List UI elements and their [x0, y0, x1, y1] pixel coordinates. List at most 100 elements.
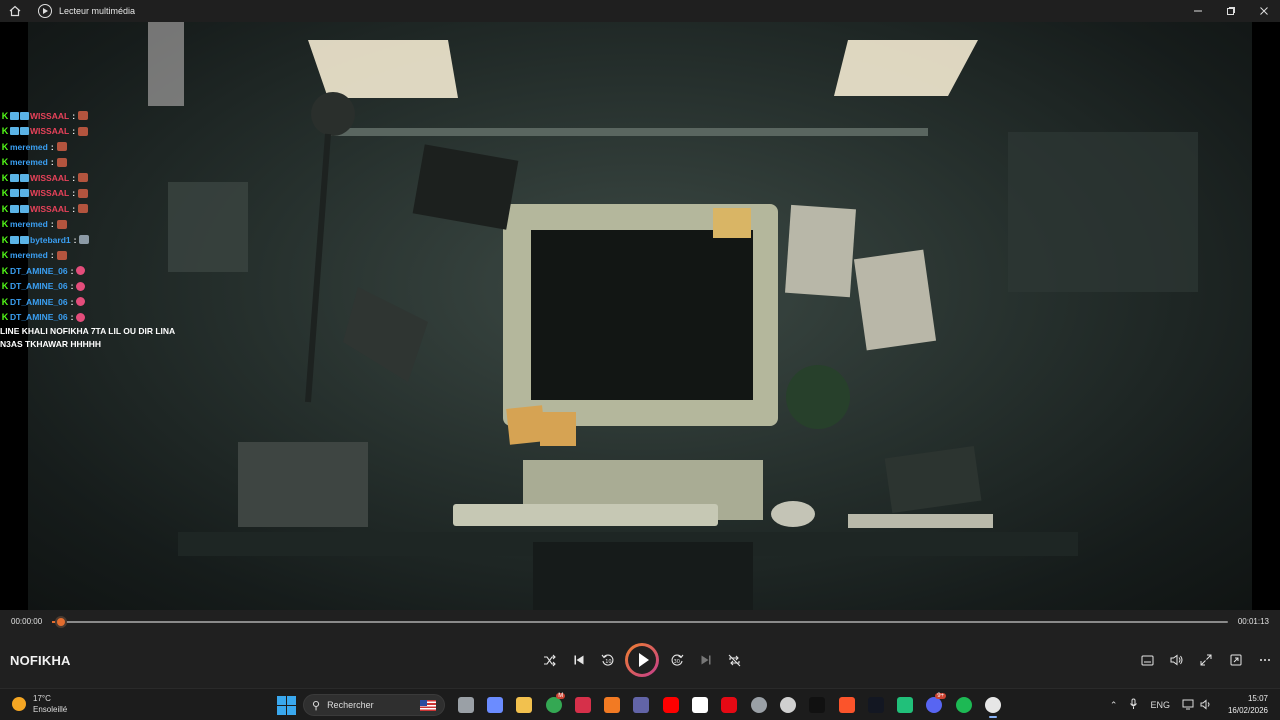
- kick-icon: K: [1, 157, 9, 168]
- clock-time: 15:07: [1247, 694, 1268, 703]
- player-controls-bar: 00:00:00 00:01:13 NOFIKHA 10 30: [0, 610, 1280, 688]
- chat-separator: :: [50, 141, 54, 152]
- discord-icon[interactable]: 9+: [920, 692, 949, 718]
- file-explorer-icon[interactable]: [510, 692, 539, 718]
- weather-widget[interactable]: 17°C Ensoleillé: [12, 693, 67, 715]
- video-area[interactable]: K WISSAAL: K WISSAAL: Kmeremed: Kmeremed: K WIS…: [0, 22, 1280, 610]
- hummingbird-icon[interactable]: [744, 692, 773, 718]
- chat-separator: :: [50, 157, 54, 168]
- sun-icon: [12, 697, 26, 711]
- brave-browser-icon[interactable]: [832, 692, 861, 718]
- us-flag-icon: [420, 700, 436, 711]
- subtitles-icon: [1141, 655, 1154, 665]
- emote-icon: [78, 111, 89, 121]
- close-button[interactable]: [1247, 0, 1280, 22]
- emote-icon: [78, 173, 89, 183]
- tiktok-app-icon[interactable]: [890, 692, 919, 718]
- chat-username: DT_AMINE_06: [10, 281, 68, 292]
- emote-icon: [76, 266, 86, 276]
- kick-icon: K: [1, 250, 9, 261]
- speaker-icon[interactable]: [1200, 698, 1212, 712]
- next-icon: [701, 655, 710, 665]
- home-icon[interactable]: [0, 0, 30, 22]
- emote-icon: [56, 142, 67, 152]
- chat-message: K DT_AMINE_06:: [0, 310, 200, 326]
- play-button[interactable]: [625, 643, 659, 677]
- chat-separator: :: [72, 172, 76, 183]
- subtitles-button[interactable]: [1133, 644, 1163, 676]
- system-tray: ⌃ ENG 15:07 16/02/2026: [1104, 689, 1280, 720]
- copilot-icon[interactable]: [480, 692, 509, 718]
- minimize-button[interactable]: [1181, 0, 1214, 22]
- mini-player-button[interactable]: [1221, 644, 1251, 676]
- chat-separator: :: [72, 203, 76, 214]
- rewind-10-button[interactable]: 10: [593, 644, 622, 676]
- netflix-icon[interactable]: [715, 692, 744, 718]
- chat-separator: :: [72, 110, 76, 121]
- user-badge-icon: [10, 235, 19, 244]
- network-icon[interactable]: [1182, 699, 1194, 712]
- spotify-icon[interactable]: [949, 692, 978, 718]
- chat-message: Kmeremed:: [0, 155, 200, 171]
- media-player-icon[interactable]: [978, 692, 1007, 718]
- user-badge-icon: [20, 204, 29, 213]
- previous-button[interactable]: [564, 644, 593, 676]
- seek-bar[interactable]: [52, 621, 1228, 623]
- restore-button[interactable]: [1214, 0, 1247, 22]
- user-badge-icon: [10, 173, 19, 182]
- affinity-icon[interactable]: [568, 692, 597, 718]
- kick-icon: K: [1, 219, 9, 230]
- chatgpt-icon[interactable]: [773, 692, 802, 718]
- next-button[interactable]: [691, 644, 720, 676]
- forward-30-icon: 30: [671, 654, 683, 666]
- start-button[interactable]: [277, 695, 296, 715]
- shuffle-button[interactable]: [535, 644, 564, 676]
- taskbar-search[interactable]: ⚲ Rechercher: [303, 694, 445, 716]
- volume-icon: [1170, 654, 1183, 666]
- task-view-icon[interactable]: [451, 692, 480, 718]
- chat-message: K WISSAAL:: [0, 170, 200, 186]
- active-app-indicator: [989, 716, 998, 718]
- taskbar: 17°C Ensoleillé ⚲ Rechercher M 9+ ⌃ ENG 1…: [0, 688, 1280, 720]
- language-indicator[interactable]: ENG: [1150, 700, 1170, 710]
- kick-icon: K: [1, 296, 9, 307]
- kick-icon: K: [1, 203, 9, 214]
- xm-icon[interactable]: [803, 692, 832, 718]
- more-options-button[interactable]: [1251, 644, 1280, 676]
- chat-separator: :: [50, 250, 54, 261]
- fn-app-icon[interactable]: [685, 692, 714, 718]
- emote-icon: [76, 297, 86, 307]
- chat-message: Kmeremed:: [0, 217, 200, 233]
- fullscreen-button[interactable]: [1192, 644, 1222, 676]
- emote-icon: [78, 126, 89, 136]
- fullscreen-icon: [1200, 654, 1212, 666]
- chat-username: DT_AMINE_06: [10, 296, 68, 307]
- chat-message: K DT_AMINE_06:: [0, 279, 200, 295]
- youtube-icon[interactable]: [656, 692, 685, 718]
- weather-description: Ensoleillé: [33, 705, 68, 714]
- show-hidden-icons-button[interactable]: ⌃: [1110, 700, 1118, 711]
- brave-icon[interactable]: [597, 692, 626, 718]
- chat-username: DT_AMINE_06: [10, 265, 68, 276]
- tradingview-icon[interactable]: [861, 692, 890, 718]
- seek-thumb[interactable]: [55, 616, 68, 628]
- chrome-icon[interactable]: M: [539, 692, 568, 718]
- chat-username: DT_AMINE_06: [10, 312, 68, 323]
- chat-message: K WISSAAL:: [0, 201, 200, 217]
- repeat-off-button[interactable]: [720, 644, 749, 676]
- chat-username: WISSAAL: [30, 188, 70, 199]
- volume-button[interactable]: [1162, 644, 1192, 676]
- chat-text: N3AS TKHAWAR HHHHH: [0, 339, 102, 349]
- chat-message: K WISSAAL:: [0, 124, 200, 140]
- current-time: 00:00:00: [11, 617, 43, 626]
- clock-date: 16/02/2026: [1227, 706, 1268, 715]
- chat-separator: :: [70, 296, 74, 307]
- chat-username: meremed: [10, 219, 48, 230]
- clock[interactable]: 15:07 16/02/2026: [1228, 693, 1268, 717]
- forward-30-button[interactable]: 30: [662, 644, 691, 676]
- search-icon: ⚲: [312, 699, 321, 712]
- mini-player-icon: [1230, 654, 1242, 666]
- microphone-icon[interactable]: [1129, 698, 1138, 712]
- chat-overlay: K WISSAAL: K WISSAAL: Kmeremed: Kmeremed: K WIS…: [0, 108, 200, 351]
- teams-icon[interactable]: [627, 692, 656, 718]
